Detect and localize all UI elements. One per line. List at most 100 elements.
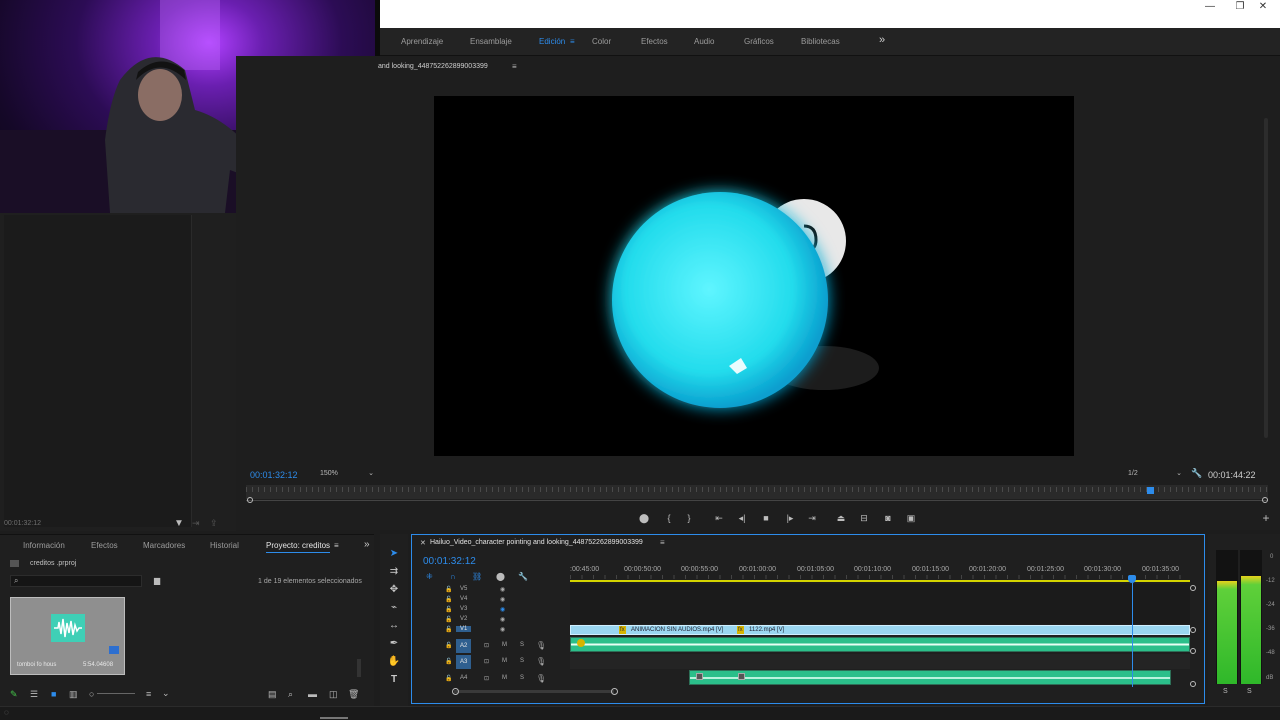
go-to-in-icon[interactable]: ⇤ xyxy=(712,511,726,525)
project-clip-thumbnail[interactable]: tomboi fo hous 5:54.04608 xyxy=(10,597,125,675)
snap-icon[interactable]: ∩ xyxy=(450,572,456,581)
mark-in-icon[interactable]: { xyxy=(662,511,676,525)
monitor-scrollbar[interactable] xyxy=(1264,118,1268,438)
ripple-edit-tool-icon[interactable]: ✥ xyxy=(386,583,402,597)
wrench-icon[interactable]: 🔧 xyxy=(518,572,528,581)
mic-icon[interactable]: 🎙 xyxy=(536,641,546,650)
add-button-icon[interactable]: + xyxy=(1259,511,1273,525)
solo-left-button[interactable]: S xyxy=(1223,688,1228,695)
lock-icon[interactable]: 🔓 xyxy=(445,626,452,633)
more-workspaces-icon[interactable]: » xyxy=(879,34,885,46)
monitor-zoom-bar[interactable] xyxy=(246,500,1268,501)
tab-marcadores[interactable]: Marcadores xyxy=(143,541,185,550)
pen-tool-icon[interactable]: ✒ xyxy=(386,637,402,651)
sequence-menu-icon[interactable]: ≡ xyxy=(660,538,665,547)
toggle-sync-icon[interactable]: ⊡ xyxy=(484,642,489,649)
selection-tool-icon[interactable]: ➤ xyxy=(386,547,402,561)
eye-icon[interactable]: ◉ xyxy=(500,626,505,633)
sequence-tab[interactable]: Hailuo_Video_character pointing and look… xyxy=(430,539,643,546)
tab-historial[interactable]: Historial xyxy=(210,541,239,550)
toggle-sync-icon[interactable]: ⊡ xyxy=(484,658,489,665)
mic-icon[interactable]: 🎙 xyxy=(536,657,546,666)
trash-icon[interactable]: 🗑 xyxy=(348,689,359,700)
sort-icon[interactable]: ≡ xyxy=(146,689,151,699)
add-marker-icon[interactable]: ⬤ xyxy=(637,511,651,525)
mic-icon[interactable]: 🎙 xyxy=(536,674,546,683)
extract-icon[interactable]: ⊟ xyxy=(857,511,871,525)
horizontal-scroll-handle-right[interactable] xyxy=(611,688,618,695)
lock-icon[interactable]: 🔓 xyxy=(445,658,452,665)
zoom-handle-right[interactable] xyxy=(1262,497,1268,503)
keyframe-icon[interactable] xyxy=(738,673,745,680)
program-current-timecode[interactable]: 00:01:32:12 xyxy=(250,470,298,480)
a2-audio-clip[interactable] xyxy=(570,637,1190,652)
zoom-slider-handle[interactable]: ○ xyxy=(89,689,94,699)
solo-button[interactable]: S xyxy=(520,642,524,648)
work-area-bar[interactable] xyxy=(570,580,1190,582)
filter-icon[interactable]: ▼ xyxy=(174,518,184,529)
project-search-input[interactable]: ⌕ xyxy=(10,575,142,587)
timeline-horizontal-scrollbar[interactable] xyxy=(454,690,614,693)
add-marker-icon[interactable]: ⬤ xyxy=(496,572,505,581)
eye-icon[interactable]: ◉ xyxy=(500,586,505,593)
step-back-icon[interactable]: ◂| xyxy=(735,511,749,525)
timeline-playhead-handle[interactable] xyxy=(1128,575,1136,583)
workspace-tab-ensamblaje[interactable]: Ensamblaje xyxy=(470,37,512,46)
tab-efectos[interactable]: Efectos xyxy=(91,541,118,550)
lock-icon[interactable]: 🔓 xyxy=(445,642,452,649)
wrench-icon[interactable]: 🔧 xyxy=(1191,468,1202,479)
razor-tool-icon[interactable]: ⌁ xyxy=(386,601,402,615)
workspace-tab-aprendizaje[interactable]: Aprendizaje xyxy=(401,37,443,46)
camera-icon[interactable]: ◙ xyxy=(881,511,895,525)
list-view-icon[interactable]: ☰ xyxy=(30,689,38,700)
tab-informacion[interactable]: Información xyxy=(23,541,65,550)
monitor-time-ruler[interactable] xyxy=(246,485,1268,499)
sequence-close-icon[interactable]: ✕ xyxy=(420,539,426,547)
monitor-playhead[interactable] xyxy=(1147,487,1155,494)
lock-icon[interactable]: 🔓 xyxy=(445,586,452,593)
horizontal-scroll-handle-left[interactable] xyxy=(452,688,459,695)
compare-view-icon[interactable]: ▣ xyxy=(904,511,918,525)
zoom-select[interactable]: 150% ⌄ xyxy=(320,468,374,480)
track-select-tool-icon[interactable]: ⇉ xyxy=(386,565,402,579)
workspace-tab-graficos[interactable]: Gráficos xyxy=(744,37,774,46)
mute-button[interactable]: M xyxy=(502,658,507,664)
timeline-timecode[interactable]: 00:01:32:12 xyxy=(423,556,476,567)
workspace-tab-audio[interactable]: Audio xyxy=(694,37,714,46)
toggle-sync-icon[interactable]: ⊡ xyxy=(484,675,489,682)
eye-icon[interactable]: ◉ xyxy=(500,606,505,613)
nest-icon[interactable]: ⁜ xyxy=(426,572,433,581)
mute-button[interactable]: M xyxy=(502,642,507,648)
more-tabs-icon[interactable]: » xyxy=(364,539,370,550)
track-name[interactable]: A2 xyxy=(456,639,472,653)
tab-proyecto[interactable]: Proyecto: creditos xyxy=(266,541,331,553)
solo-right-button[interactable]: S xyxy=(1247,688,1252,695)
mute-button[interactable]: M xyxy=(502,675,507,681)
go-to-out-icon[interactable]: ⇥ xyxy=(805,511,819,525)
freeform-view-icon[interactable]: ▥ xyxy=(69,689,78,700)
eye-icon[interactable]: ◉ xyxy=(500,596,505,603)
type-tool-icon[interactable]: T xyxy=(386,673,402,687)
vertical-scroll-handle[interactable] xyxy=(1190,627,1196,633)
step-forward-icon[interactable]: |▸ xyxy=(783,511,797,525)
vertical-scroll-handle[interactable] xyxy=(1190,585,1196,591)
hand-tool-icon[interactable]: ✋ xyxy=(386,655,402,669)
close-button[interactable]: ✕ xyxy=(1248,0,1278,14)
lock-icon[interactable]: 🔓 xyxy=(445,596,452,603)
solo-button[interactable]: S xyxy=(520,675,524,681)
workspace-tab-efectos[interactable]: Efectos xyxy=(641,37,668,46)
pen-write-icon[interactable]: ✎ xyxy=(10,689,18,700)
v1-clip[interactable]: fx ANIMACION SIN AUDIOS.mp4 [V] fx 1122.… xyxy=(570,625,1190,635)
slip-tool-icon[interactable]: ↔ xyxy=(386,619,402,633)
workspace-tab-edicion[interactable]: Edición xyxy=(539,37,565,46)
vertical-scroll-handle[interactable] xyxy=(1190,648,1196,654)
track-name[interactable]: A3 xyxy=(456,655,472,669)
linked-selection-icon[interactable]: ⛓ xyxy=(472,572,482,581)
icon-view-icon[interactable]: ■ xyxy=(51,689,56,699)
new-folder-icon[interactable]: ▬ xyxy=(308,689,317,699)
lock-icon[interactable]: 🔓 xyxy=(445,675,452,682)
workspace-tab-bibliotecas[interactable]: Bibliotecas xyxy=(801,37,840,46)
thumbnail-zoom-slider[interactable] xyxy=(97,693,135,694)
resolution-select[interactable]: 1/2 ⌄ xyxy=(1128,468,1182,480)
keyframe-icon[interactable] xyxy=(696,673,703,680)
